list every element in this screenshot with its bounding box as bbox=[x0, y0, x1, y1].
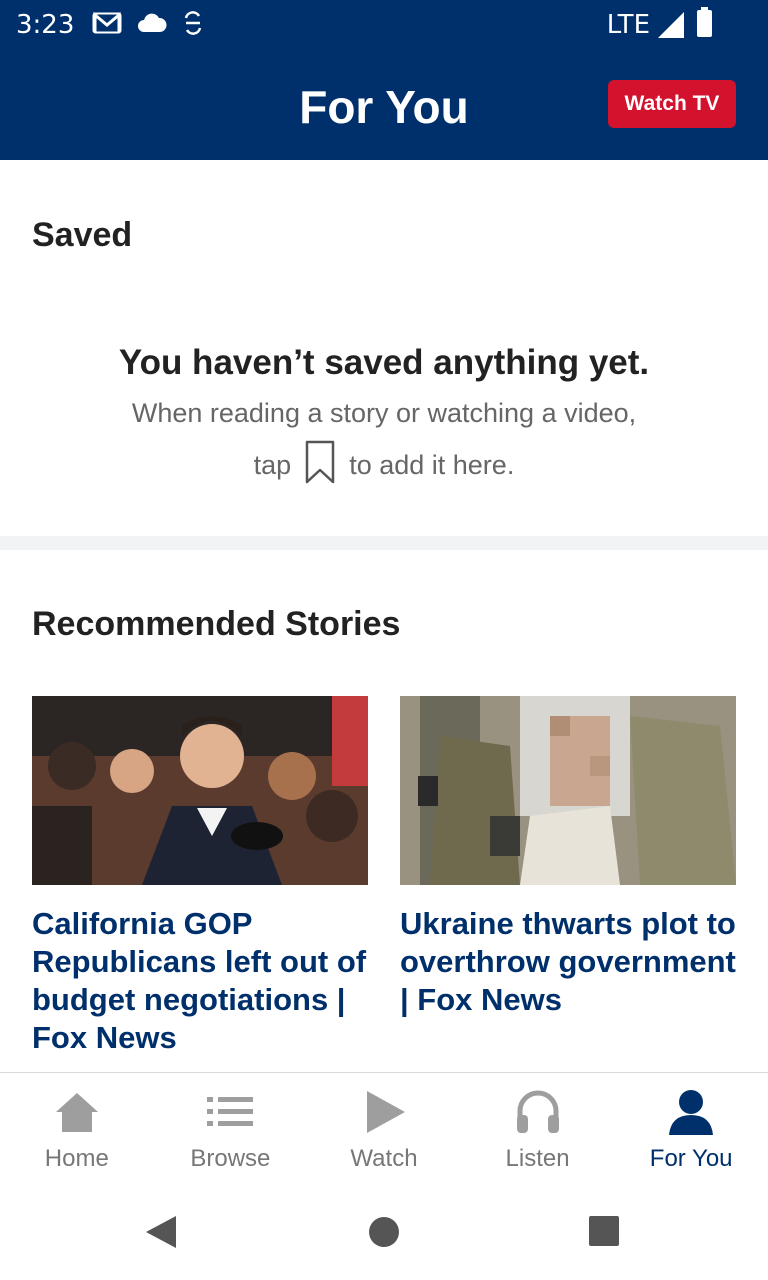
bottom-navigation: Home Browse Watch Listen For You bbox=[0, 1072, 768, 1190]
section-divider bbox=[0, 536, 768, 550]
play-icon bbox=[359, 1087, 409, 1137]
home-icon bbox=[52, 1087, 102, 1137]
nav-browse[interactable]: Browse bbox=[154, 1073, 308, 1190]
story-card[interactable]: Ukraine thwarts plot to overthrow govern… bbox=[400, 696, 736, 1019]
system-navigation bbox=[0, 1190, 768, 1280]
story-card[interactable]: California GOP Republicans left out of b… bbox=[32, 696, 368, 1057]
status-time: 3:23 bbox=[16, 10, 75, 40]
nav-home[interactable]: Home bbox=[0, 1073, 154, 1190]
nav-for-you[interactable]: For You bbox=[614, 1073, 768, 1190]
cloud-icon bbox=[136, 10, 168, 42]
nav-listen[interactable]: Listen bbox=[461, 1073, 615, 1190]
saved-heading: Saved bbox=[32, 216, 133, 254]
empty-state-text: When reading a story or watching a video… bbox=[131, 398, 637, 428]
empty-state-title: You haven’t saved anything yet. bbox=[118, 343, 650, 382]
person-icon bbox=[666, 1087, 716, 1137]
bookmark-icon bbox=[305, 440, 335, 491]
nav-label: For You bbox=[649, 1145, 733, 1172]
nav-label: Listen bbox=[505, 1145, 570, 1172]
notification-icons bbox=[92, 10, 204, 42]
nav-label: Home bbox=[44, 1145, 109, 1172]
battery-icon bbox=[697, 7, 712, 37]
recommended-heading: Recommended Stories bbox=[32, 605, 401, 643]
story-image[interactable] bbox=[400, 696, 736, 885]
nav-watch[interactable]: Watch bbox=[307, 1073, 461, 1190]
gmail-icon bbox=[92, 10, 122, 42]
hint-before: tap bbox=[253, 450, 292, 480]
story-image[interactable] bbox=[32, 696, 368, 885]
network-label: LTE bbox=[606, 10, 650, 40]
story-headline[interactable]: California GOP Republicans left out of b… bbox=[32, 905, 368, 1057]
list-icon bbox=[205, 1087, 255, 1137]
saved-section: Saved You haven’t saved anything yet. Wh… bbox=[0, 160, 768, 536]
nav-label: Watch bbox=[350, 1145, 418, 1172]
nav-label: Browse bbox=[190, 1145, 271, 1172]
hint-after: to add it here. bbox=[349, 450, 515, 480]
recents-icon[interactable] bbox=[589, 1216, 619, 1251]
back-icon[interactable] bbox=[144, 1214, 178, 1255]
app-header: For You Watch TV bbox=[0, 50, 768, 160]
empty-state-hint: tap to add it here. bbox=[0, 440, 768, 491]
story-headline[interactable]: Ukraine thwarts plot to overthrow govern… bbox=[400, 905, 736, 1019]
watch-tv-button[interactable]: Watch TV bbox=[608, 80, 736, 128]
status-bar: 3:23 LTE bbox=[0, 0, 768, 50]
headphones-icon bbox=[513, 1087, 563, 1137]
sync-icon bbox=[182, 10, 204, 42]
home-circle-icon[interactable] bbox=[368, 1216, 400, 1253]
signal-icon bbox=[658, 12, 684, 38]
